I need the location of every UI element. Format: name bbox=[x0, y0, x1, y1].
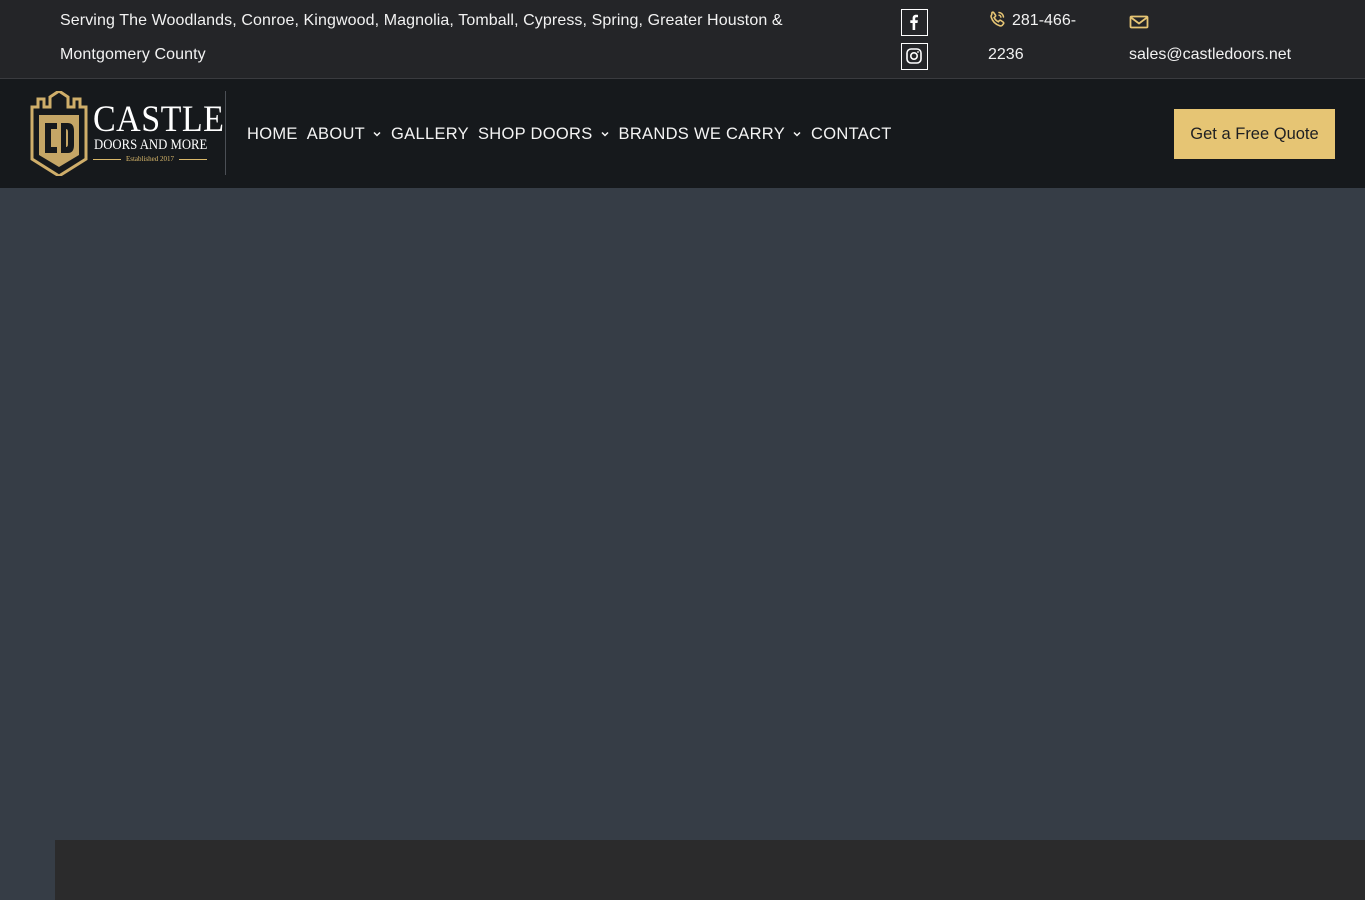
phone-icon bbox=[990, 11, 1005, 27]
service-area-text: Serving The Woodlands, Conroe, Kingwood,… bbox=[60, 12, 783, 63]
nav-item-about[interactable]: ABOUT bbox=[307, 125, 382, 144]
castle-logo-icon bbox=[30, 91, 88, 176]
nav-item-shop-doors[interactable]: SHOP DOORS bbox=[478, 125, 610, 144]
social-links bbox=[901, 9, 928, 77]
email-link[interactable]: sales@castledoors.net bbox=[1129, 4, 1329, 72]
main-nav: HOME ABOUT GALLERY SHOP DOORS BRANDS WE … bbox=[247, 122, 901, 146]
nav-label: ABOUT bbox=[306, 124, 366, 143]
chevron-down-icon bbox=[373, 131, 381, 137]
mail-icon-wrap bbox=[1129, 4, 1149, 38]
site-header: CASTLE DOORS AND MORE Established 2017 H… bbox=[0, 79, 1365, 188]
nav-item-home[interactable]: HOME bbox=[247, 125, 298, 144]
logo-divider bbox=[225, 91, 226, 175]
chevron-down-icon bbox=[793, 131, 801, 137]
email-address: sales@castledoors.net bbox=[1129, 46, 1292, 63]
nav-item-contact[interactable]: CONTACT bbox=[811, 125, 892, 144]
nav-label: CONTACT bbox=[811, 124, 892, 143]
hero-section bbox=[0, 188, 1365, 840]
get-quote-button[interactable]: Get a Free Quote bbox=[1174, 109, 1335, 159]
nav-item-brands[interactable]: BRANDS WE CARRY bbox=[619, 125, 802, 144]
nav-item-gallery[interactable]: GALLERY bbox=[391, 125, 469, 144]
logo-established: Established 2017 bbox=[93, 154, 207, 164]
facebook-link[interactable] bbox=[901, 9, 928, 36]
mail-icon bbox=[1129, 15, 1149, 29]
logo[interactable]: CASTLE DOORS AND MORE Established 2017 bbox=[30, 91, 224, 176]
facebook-icon bbox=[910, 14, 918, 30]
logo-name: CASTLE bbox=[93, 99, 225, 140]
phone-link[interactable]: 281-466-2236 bbox=[988, 4, 1098, 72]
nav-label: BRANDS WE CARRY bbox=[618, 124, 786, 143]
nav-label: SHOP DOORS bbox=[477, 124, 593, 143]
chevron-down-icon bbox=[601, 131, 609, 137]
content-panel bbox=[55, 840, 1365, 900]
nav-label: HOME bbox=[247, 124, 298, 143]
top-bar: Serving The Woodlands, Conroe, Kingwood,… bbox=[0, 0, 1365, 79]
logo-tagline: DOORS AND MORE bbox=[94, 137, 208, 153]
nav-label: GALLERY bbox=[391, 124, 469, 143]
instagram-link[interactable] bbox=[901, 43, 928, 70]
instagram-icon bbox=[906, 48, 922, 64]
